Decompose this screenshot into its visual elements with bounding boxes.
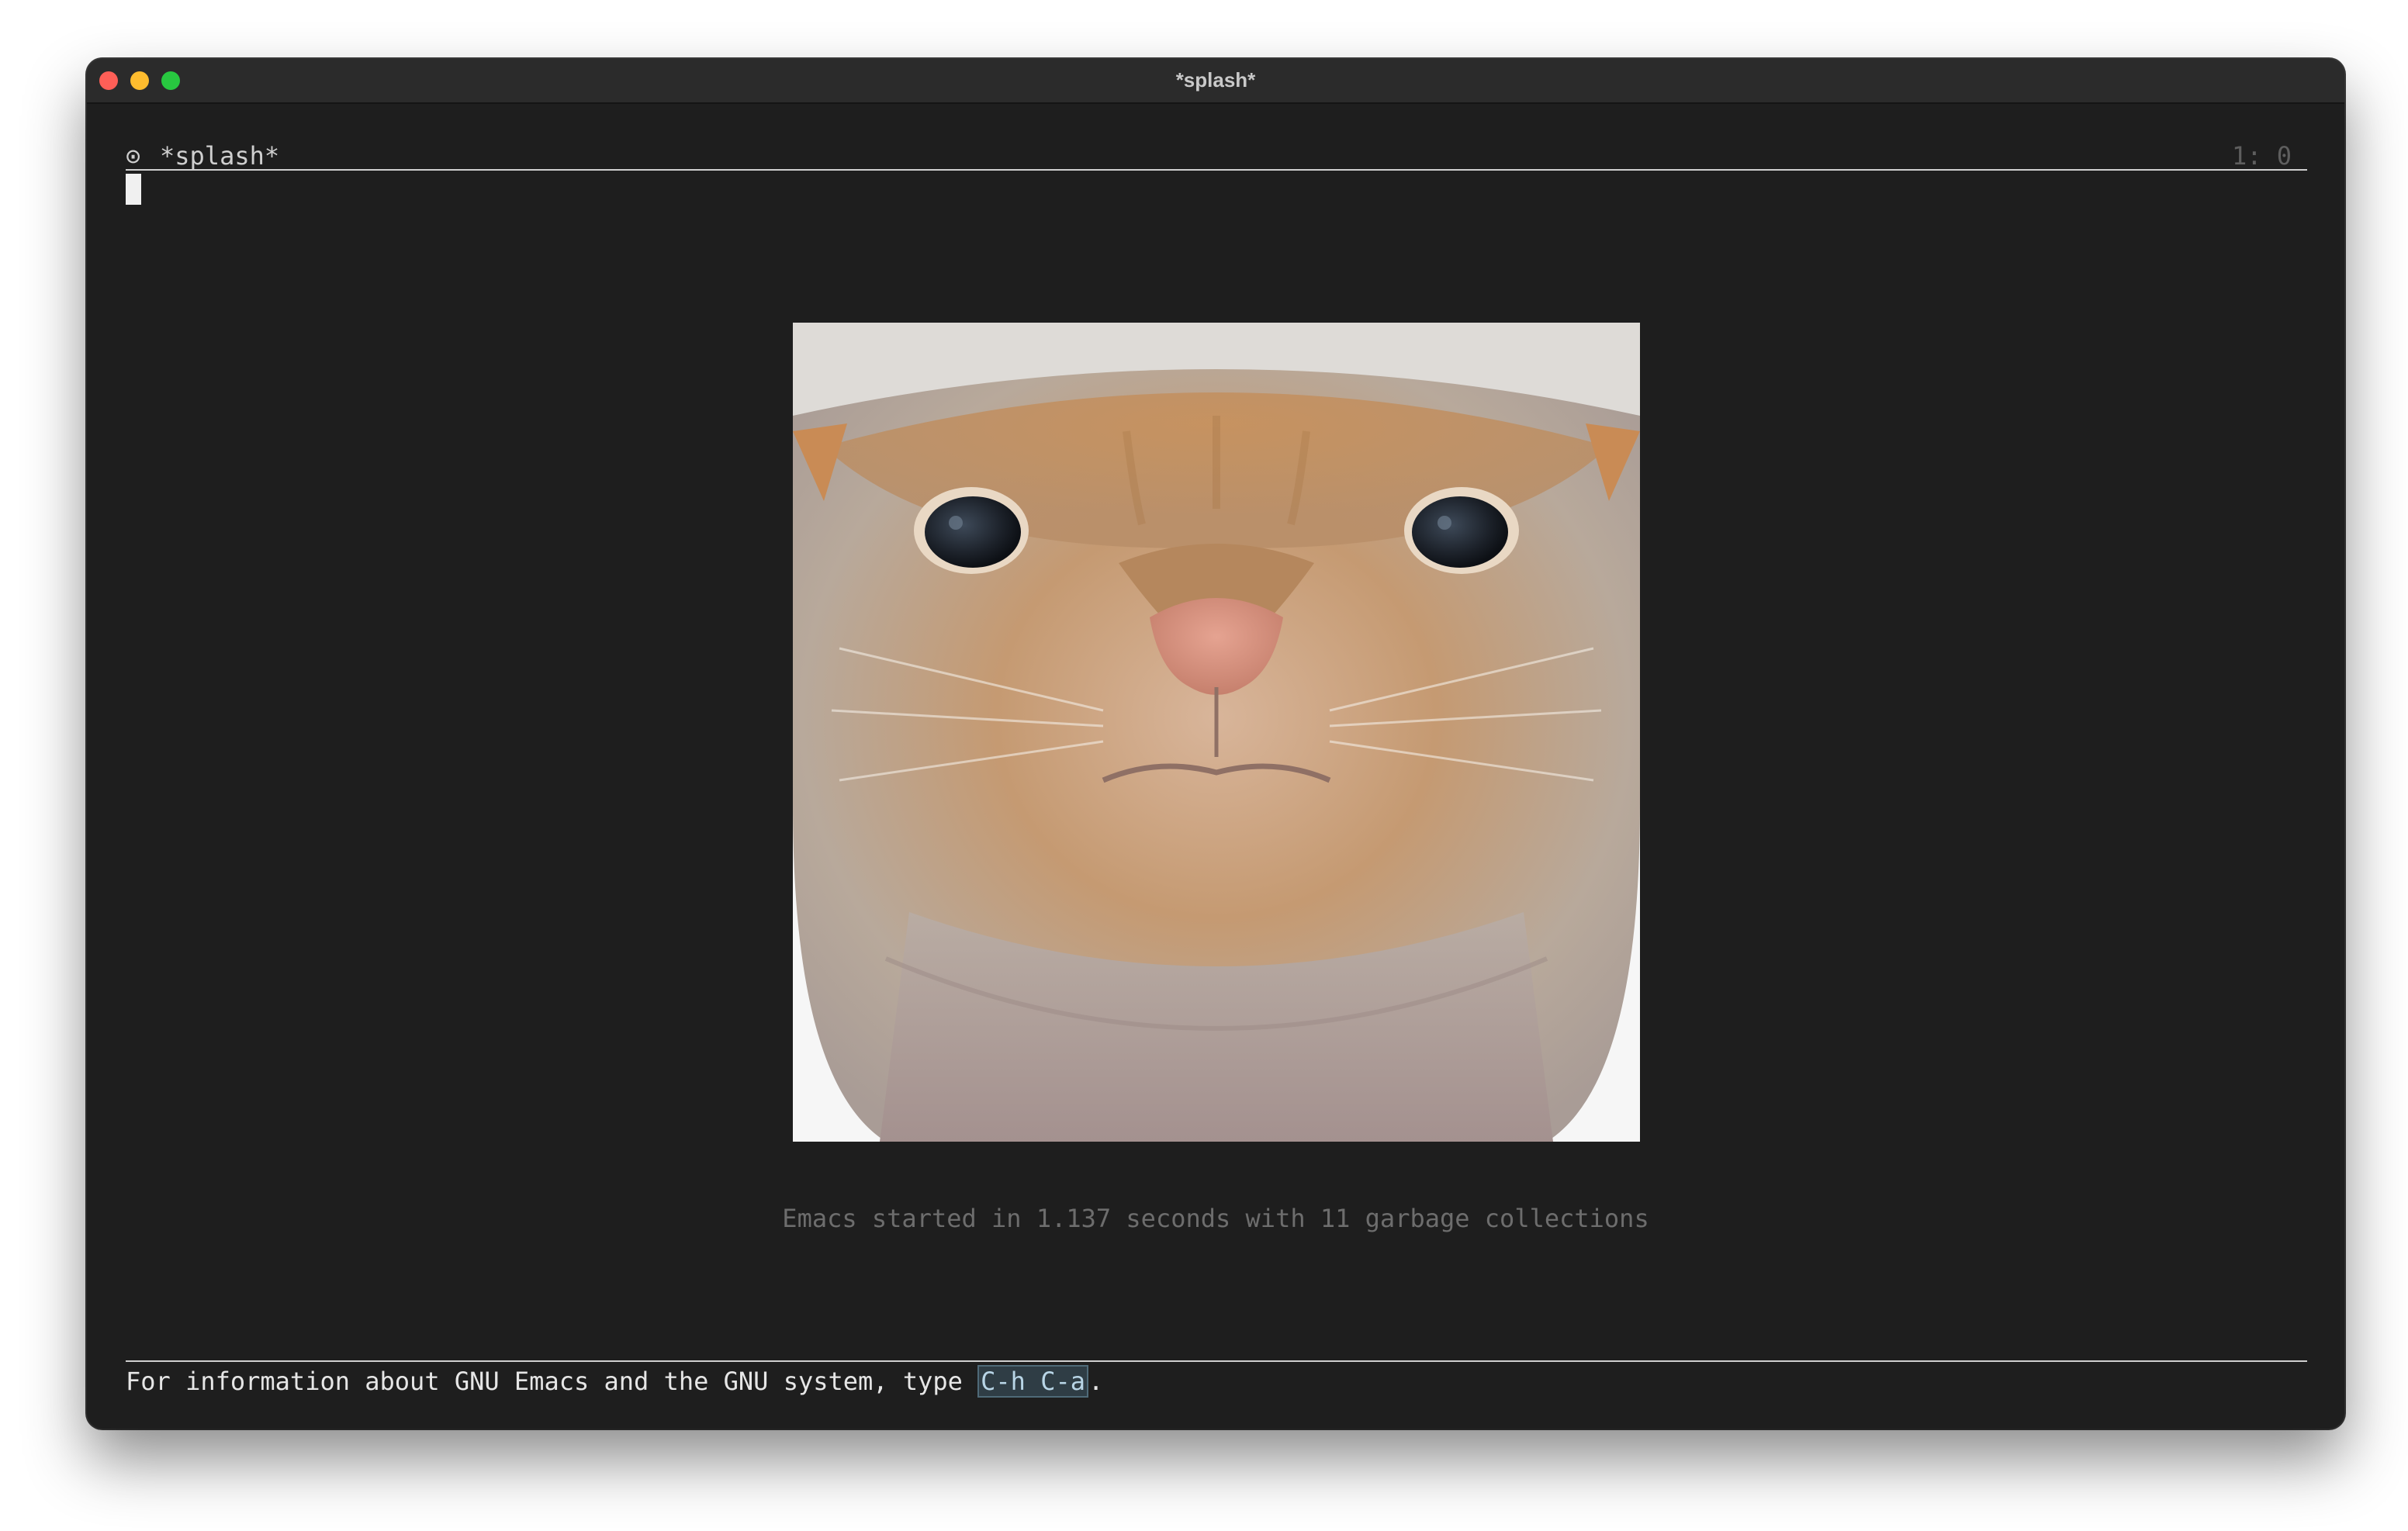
text-cursor [126, 174, 141, 205]
splash-cat-image [793, 323, 1640, 1142]
buffer-name: *splash* [160, 141, 280, 171]
echo-text: For information about GNU Emacs and the … [126, 1367, 978, 1396]
echo-area: For information about GNU Emacs and the … [126, 1360, 2307, 1401]
cat-face-illustration [793, 323, 1640, 1142]
title-bar[interactable]: *splash* [87, 59, 2344, 104]
window-title: *splash* [1175, 68, 1256, 92]
buffer-status-icon: ⊙ [126, 141, 141, 171]
echo-suffix: . [1088, 1367, 1104, 1396]
cursor-position: 1: 0 [2231, 141, 2292, 171]
header-line: ⊙ *splash* 1: 0 [126, 141, 2307, 171]
help-keybinding-link[interactable]: C-h C-a [977, 1365, 1088, 1398]
emacs-window: *splash* ⊙ *splash* 1: 0 Emacs started i… [87, 59, 2344, 1429]
startup-message: Emacs started in 1.137 seconds with 11 g… [782, 1204, 1649, 1233]
